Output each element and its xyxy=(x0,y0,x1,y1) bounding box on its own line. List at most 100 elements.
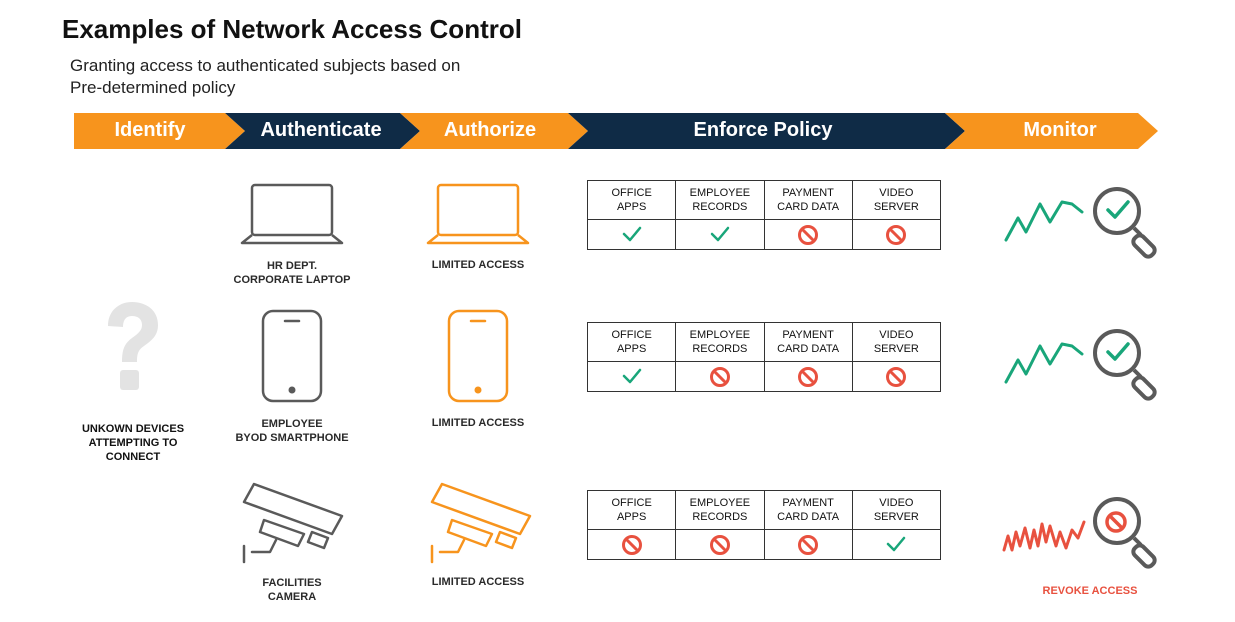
header-line: RECORDS xyxy=(692,511,748,523)
policy-header-cell: OFFICE APPS xyxy=(586,180,677,220)
header-line: RECORDS xyxy=(692,343,748,355)
monitor-ok-icon xyxy=(1004,187,1157,259)
header-line: EMPLOYEE xyxy=(689,497,751,509)
device-label-line: HR DEPT. xyxy=(266,260,318,272)
policy-value-row xyxy=(586,529,942,560)
device-label-line: BYOD SMARTPHONE xyxy=(235,432,349,444)
device-label-camera: FACILITIES CAMERA xyxy=(212,576,372,604)
smartphone-limited-icon xyxy=(447,309,509,403)
stage-label-authenticate: Authenticate xyxy=(260,119,382,141)
deny-icon xyxy=(709,534,730,555)
unknown-devices-label: UNKOWN DEVICES ATTEMPTING TO CONNECT xyxy=(60,422,206,464)
header-line: VIDEO xyxy=(879,187,914,199)
header-line: CARD DATA xyxy=(777,511,840,523)
device-label-line: EMPLOYEE xyxy=(261,418,323,430)
device-label-smartphone: EMPLOYEE BYOD SMARTPHONE xyxy=(212,417,372,445)
stage-label-enforce-policy: Enforce Policy xyxy=(693,119,833,141)
header-line: RECORDS xyxy=(692,201,748,213)
permission-cell xyxy=(851,219,942,250)
page-title: Examples of Network Access Control xyxy=(62,14,522,44)
header-line: APPS xyxy=(616,201,647,213)
policy-header-cell: OFFICE APPS xyxy=(586,490,677,530)
header-line: VIDEO xyxy=(879,329,914,341)
policy-header-row: OFFICE APPS EMPLOYEE RECORDS PAYMENT CARD D… xyxy=(586,322,942,362)
header-line: SERVER xyxy=(873,511,919,523)
stage-label-monitor: Monitor xyxy=(1023,119,1097,141)
policy-header-cell: PAYMENT CARD DATA xyxy=(763,490,853,530)
permission-cell xyxy=(586,529,677,560)
device-label-line: CORPORATE LAPTOP xyxy=(233,274,351,286)
check-icon xyxy=(622,227,641,242)
policy-value-row xyxy=(586,361,942,392)
header-line: OFFICE xyxy=(611,187,652,199)
permission-cell xyxy=(851,529,942,560)
check-icon xyxy=(622,369,641,384)
header-line: EMPLOYEE xyxy=(689,329,751,341)
policy-header-cell: VIDEO SERVER xyxy=(851,490,942,530)
device-label-laptop: HR DEPT. CORPORATE LAPTOP xyxy=(212,259,372,287)
check-icon xyxy=(710,227,730,242)
header-line: VIDEO xyxy=(879,497,914,509)
permission-cell xyxy=(763,219,853,250)
policy-value-row xyxy=(586,219,942,250)
deny-icon xyxy=(886,224,907,245)
header-line: SERVER xyxy=(873,343,919,355)
monitor-ok-icon xyxy=(1004,329,1157,401)
security-camera-icon xyxy=(242,482,344,564)
device-label-line: FACILITIES xyxy=(262,577,322,589)
header-line: APPS xyxy=(616,343,647,355)
header-line: APPS xyxy=(616,511,647,523)
monitor-graph-smartphone xyxy=(1000,316,1180,411)
policy-header-cell: PAYMENT CARD DATA xyxy=(763,322,853,362)
permission-cell xyxy=(675,219,765,250)
smartphone-icon xyxy=(261,309,323,403)
policy-header-cell: EMPLOYEE RECORDS xyxy=(675,322,765,362)
policy-header-cell: PAYMENT CARD DATA xyxy=(763,180,853,220)
permission-cell xyxy=(851,361,942,392)
policy-header-cell: EMPLOYEE RECORDS xyxy=(675,180,765,220)
deny-icon xyxy=(886,366,907,387)
policy-table-smartphone: OFFICE APPS EMPLOYEE RECORDS PAYMENT CARD D… xyxy=(586,322,942,392)
access-label-laptop: LIMITED ACCESS xyxy=(431,259,525,271)
laptop-icon xyxy=(240,183,344,245)
unknown-label-line: ATTEMPTING TO xyxy=(88,437,178,449)
header-line: OFFICE xyxy=(611,329,652,341)
header-line: PAYMENT xyxy=(782,497,834,509)
permission-cell xyxy=(675,529,765,560)
policy-header-cell: EMPLOYEE RECORDS xyxy=(675,490,765,530)
permission-cell xyxy=(763,529,853,560)
access-label-smartphone: LIMITED ACCESS xyxy=(431,417,525,429)
permission-cell xyxy=(586,219,677,250)
policy-table-laptop: OFFICE APPS EMPLOYEE RECORDS PAYMENT CARD D… xyxy=(586,180,942,250)
permission-cell xyxy=(586,361,677,392)
policy-table-camera: OFFICE APPS EMPLOYEE RECORDS PAYMENT CARD D… xyxy=(586,490,942,560)
permission-cell xyxy=(763,361,853,392)
deny-icon xyxy=(621,534,642,555)
monitor-graph-camera xyxy=(1000,484,1180,579)
stage-label-identify: Identify xyxy=(114,119,186,141)
header-line: SERVER xyxy=(873,201,919,213)
subtitle-line-2: Pre-determined policy xyxy=(70,78,236,97)
deny-icon xyxy=(798,534,819,555)
policy-header-row: OFFICE APPS EMPLOYEE RECORDS PAYMENT CARD D… xyxy=(586,490,942,530)
policy-header-cell: VIDEO SERVER xyxy=(851,322,942,362)
subtitle-line-1: Granting access to authenticated subject… xyxy=(70,56,461,75)
laptop-limited-icon xyxy=(426,183,530,245)
permission-cell xyxy=(675,361,765,392)
device-label-line: CAMERA xyxy=(267,591,317,603)
deny-icon xyxy=(709,366,730,387)
revoke-access-label: REVOKE ACCESS xyxy=(1042,585,1138,597)
question-mark-icon xyxy=(108,302,158,390)
access-label-camera: LIMITED ACCESS xyxy=(431,576,525,588)
unknown-label-line: CONNECT xyxy=(105,451,161,463)
header-line: PAYMENT xyxy=(782,187,834,199)
header-line: CARD DATA xyxy=(777,343,840,355)
header-line: CARD DATA xyxy=(777,201,840,213)
header-line: OFFICE xyxy=(611,497,652,509)
check-icon xyxy=(887,537,906,552)
policy-header-cell: VIDEO SERVER xyxy=(851,180,942,220)
monitor-alert-icon xyxy=(1002,497,1157,569)
header-line: PAYMENT xyxy=(782,329,834,341)
policy-header-row: OFFICE APPS EMPLOYEE RECORDS PAYMENT CARD D… xyxy=(586,180,942,220)
deny-icon xyxy=(798,366,819,387)
